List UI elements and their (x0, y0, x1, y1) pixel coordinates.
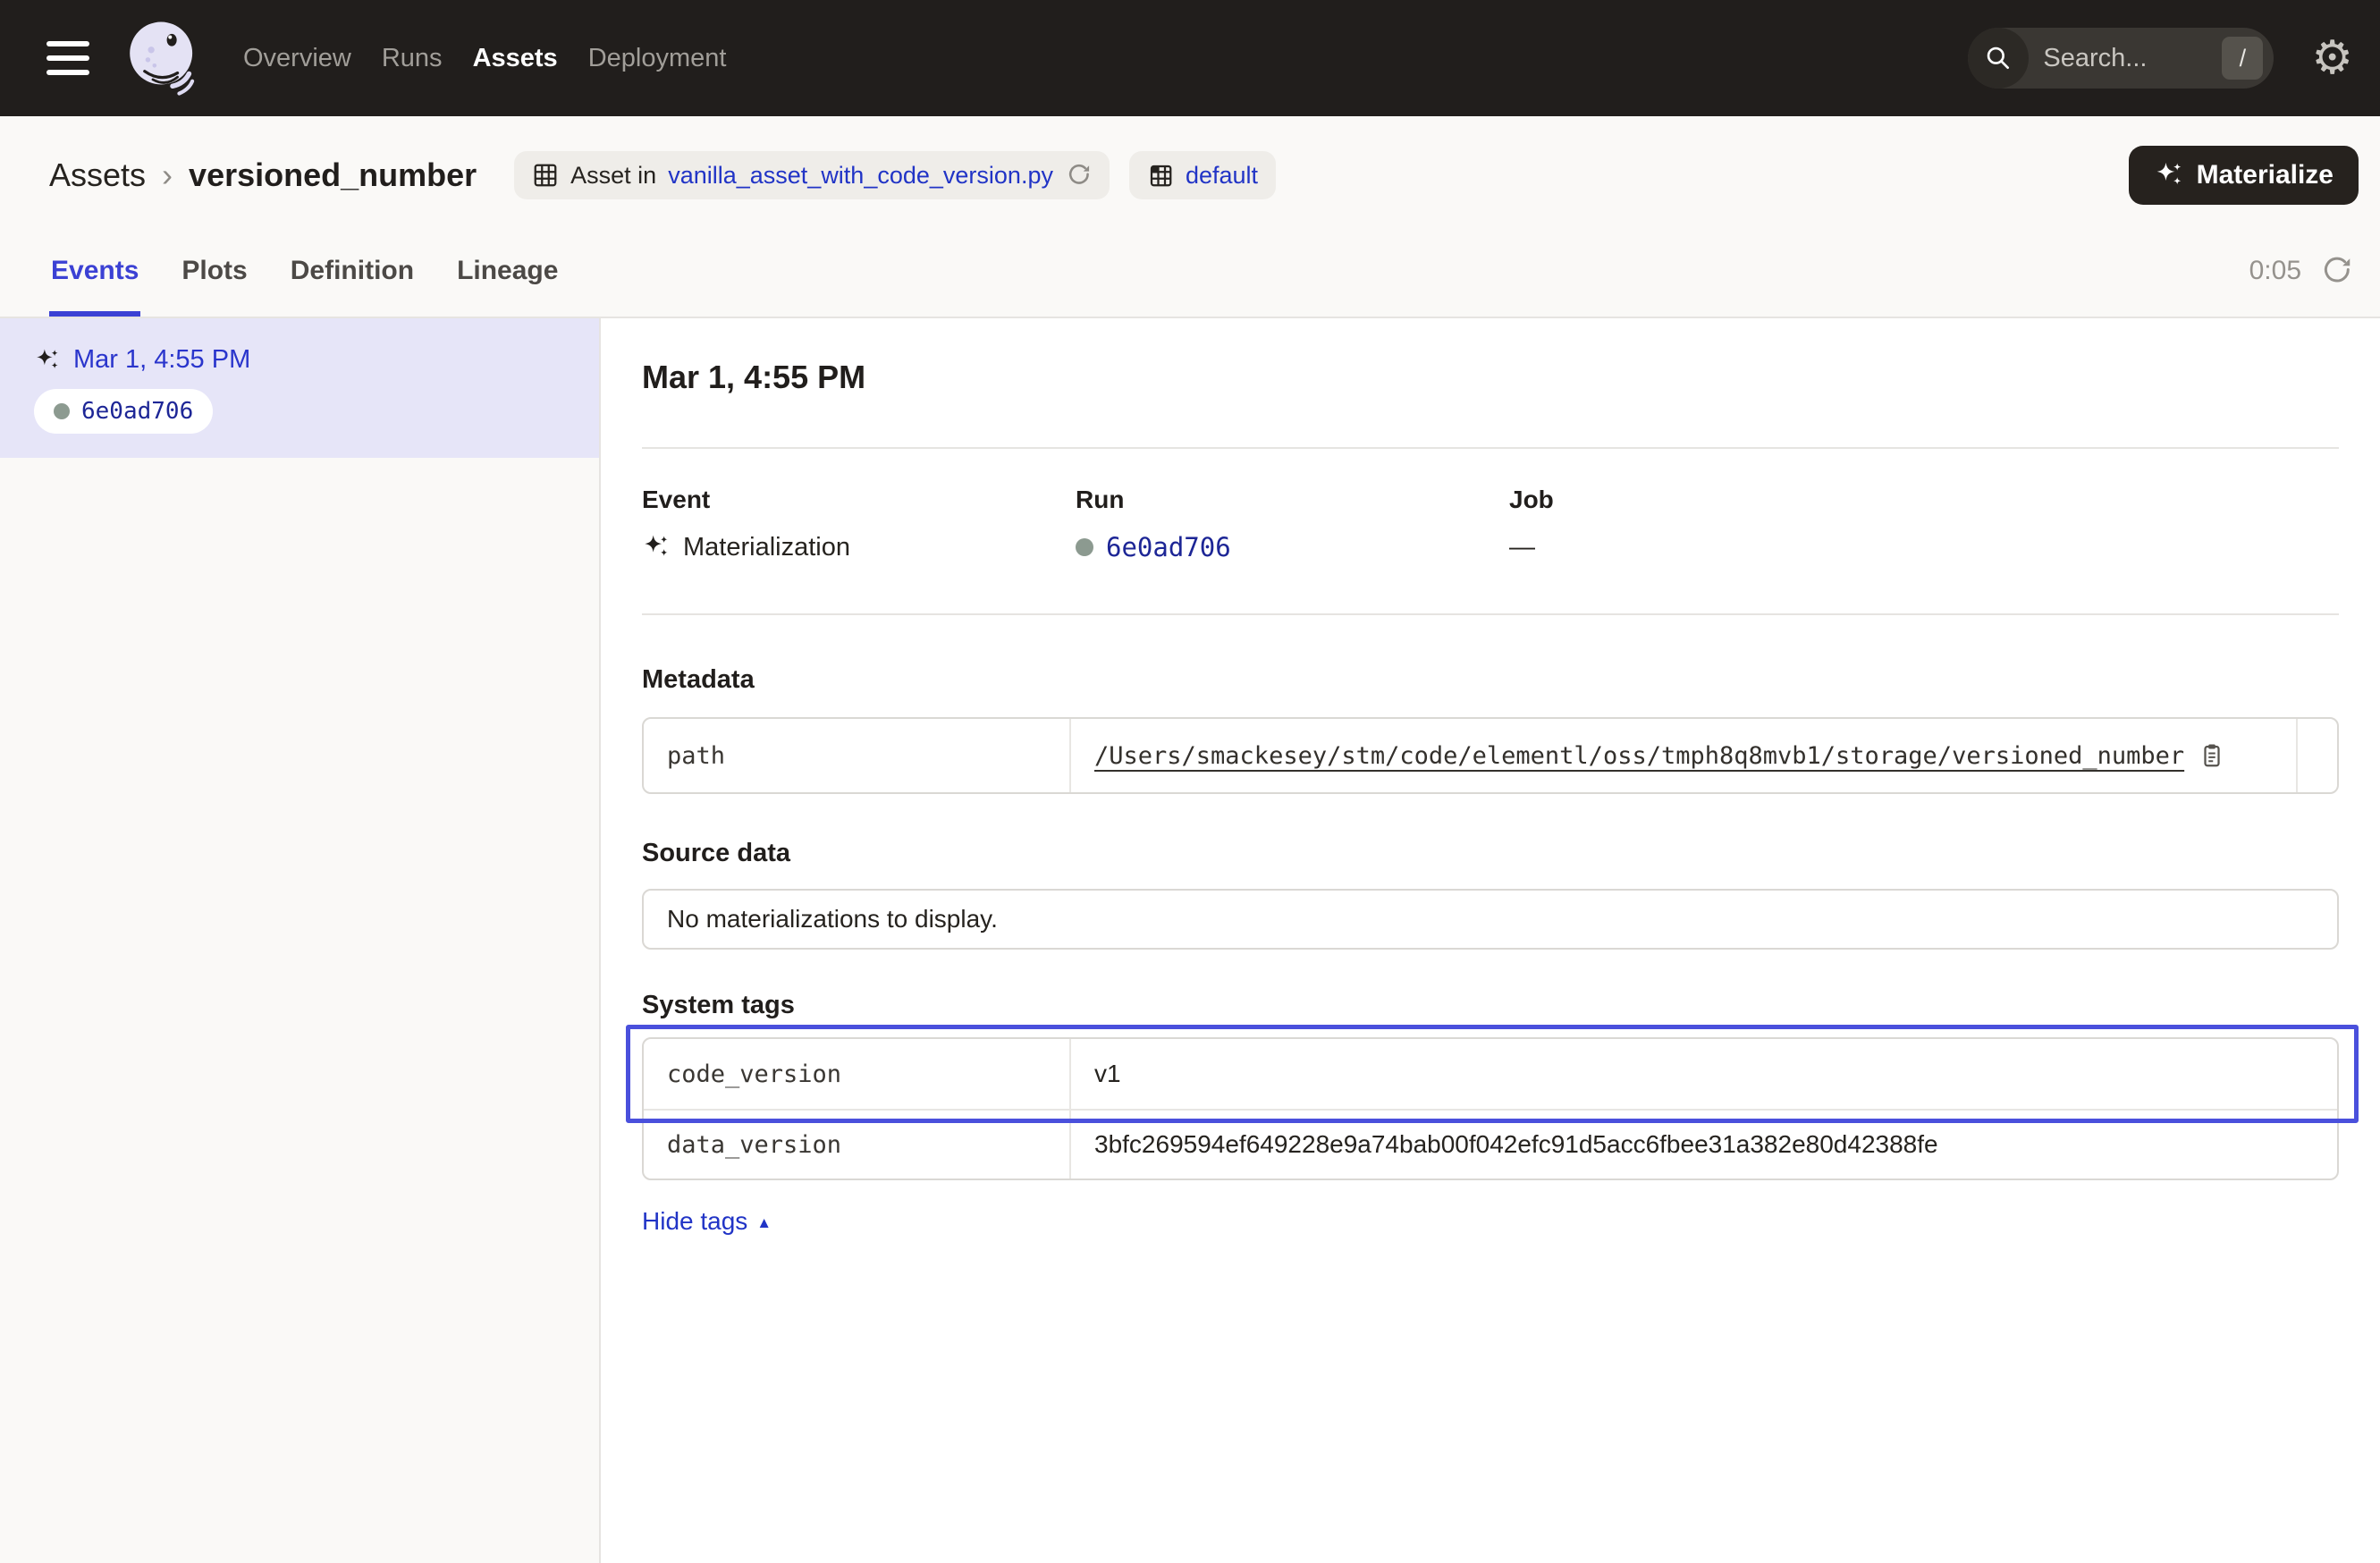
top-navigation: Overview Runs Assets Deployment / ⚙ (0, 0, 2380, 116)
nav-overview[interactable]: Overview (243, 44, 351, 73)
run-id-pill[interactable]: 6e0ad706 (34, 389, 213, 434)
breadcrumb-assets-link[interactable]: Assets (49, 156, 146, 194)
event-timestamp: Mar 1, 4:55 PM (73, 345, 250, 375)
job-column-label: Job (1509, 485, 2339, 515)
dagster-octopus-icon (122, 14, 204, 102)
tag-key: code_version (644, 1039, 1071, 1109)
asset-tabs: Events Plots Definition Lineage 0:05 (0, 225, 2380, 317)
hide-tags-label: Hide tags (642, 1207, 747, 1236)
asset-table-icon (532, 162, 559, 189)
asset-file-link[interactable]: vanilla_asset_with_code_version.py (668, 162, 1053, 190)
search-icon (1968, 28, 2029, 89)
global-search[interactable]: / (1968, 28, 2274, 89)
nav-assets[interactable]: Assets (473, 44, 558, 73)
reload-definition-icon[interactable] (1067, 163, 1092, 188)
event-details-panel: Mar 1, 4:55 PM Event Materialization Run… (601, 318, 2380, 1563)
materialize-button[interactable]: Materialize (2129, 146, 2359, 205)
materialization-sparkle-icon (642, 533, 671, 562)
data-version-row: data_version 3bfc269594ef649228e9a74bab0… (644, 1109, 2337, 1179)
tag-key: data_version (644, 1111, 1071, 1179)
metadata-actions-cell (2296, 719, 2337, 792)
menu-button[interactable] (43, 34, 93, 82)
primary-nav: Overview Runs Assets Deployment (243, 44, 726, 73)
search-shortcut-key: / (2222, 37, 2263, 80)
system-tags-table: code_version v1 data_version 3bfc269594e… (642, 1037, 2339, 1180)
asset-name: versioned_number (189, 156, 477, 194)
tag-value: 3bfc269594ef649228e9a74bab00f042efc91d5a… (1071, 1111, 2337, 1179)
copy-icon[interactable] (2199, 742, 2225, 769)
run-status-dot (1076, 538, 1093, 556)
divider (642, 613, 2339, 615)
metadata-path-link[interactable]: /Users/smackesey/stm/code/elementl/oss/t… (1094, 742, 2184, 770)
system-tags-heading: System tags (642, 989, 2339, 1021)
metadata-table: path /Users/smackesey/stm/code/elementl/… (642, 717, 2339, 794)
nav-runs[interactable]: Runs (382, 44, 443, 73)
sparkle-icon (2154, 160, 2184, 190)
code-version-row: code_version v1 (644, 1039, 2337, 1109)
metadata-heading: Metadata (642, 663, 2339, 696)
events-sidebar: Mar 1, 4:55 PM 6e0ad706 (0, 318, 601, 1563)
materialization-sparkle-icon (34, 347, 61, 374)
nav-deployment[interactable]: Deployment (588, 44, 727, 73)
event-type-value: Materialization (683, 533, 850, 562)
run-id-label: 6e0ad706 (81, 398, 193, 425)
event-list-item[interactable]: Mar 1, 4:55 PM 6e0ad706 (0, 318, 599, 458)
chevron-right-icon: › (162, 156, 173, 194)
run-status-dot (54, 403, 70, 419)
dagster-logo[interactable] (122, 14, 204, 102)
tab-events[interactable]: Events (49, 225, 140, 317)
repository-icon (1147, 162, 1174, 189)
repository-link[interactable]: default (1186, 162, 1258, 190)
run-id-link[interactable]: 6e0ad706 (1106, 532, 1231, 562)
refresh-icon[interactable] (2321, 255, 2353, 287)
event-summary: Event Materialization Run 6e0ad706 Job — (642, 485, 2339, 567)
tag-value: v1 (1071, 1039, 2337, 1109)
divider (642, 447, 2339, 449)
event-title: Mar 1, 4:55 PM (642, 358, 2339, 397)
hide-tags-link[interactable]: Hide tags ▲ (642, 1207, 772, 1236)
source-data-heading: Source data (642, 837, 2339, 869)
breadcrumb: Assets › versioned_number (49, 156, 477, 194)
source-data-empty-message: No materializations to display. (642, 889, 2339, 950)
event-column-label: Event (642, 485, 1076, 515)
collapse-arrow-icon: ▲ (756, 1213, 772, 1230)
metadata-key: path (644, 719, 1071, 792)
tab-plots[interactable]: Plots (180, 225, 249, 317)
run-column-label: Run (1076, 485, 1509, 515)
table-row: path /Users/smackesey/stm/code/elementl/… (644, 719, 2337, 792)
settings-gear-icon[interactable]: ⚙ (2311, 35, 2353, 81)
job-value: — (1509, 528, 2339, 567)
asset-header: Assets › versioned_number Asset in vanil… (0, 116, 2380, 318)
asset-badge-prefix: Asset in (570, 162, 656, 190)
search-input[interactable] (2043, 44, 2195, 73)
repository-badge: default (1129, 151, 1276, 199)
refresh-countdown: 0:05 (2249, 256, 2301, 286)
tab-lineage[interactable]: Lineage (455, 225, 560, 317)
asset-definition-badge: Asset in vanilla_asset_with_code_version… (514, 151, 1110, 199)
tab-definition[interactable]: Definition (289, 225, 416, 317)
materialize-button-label: Materialize (2197, 160, 2334, 190)
